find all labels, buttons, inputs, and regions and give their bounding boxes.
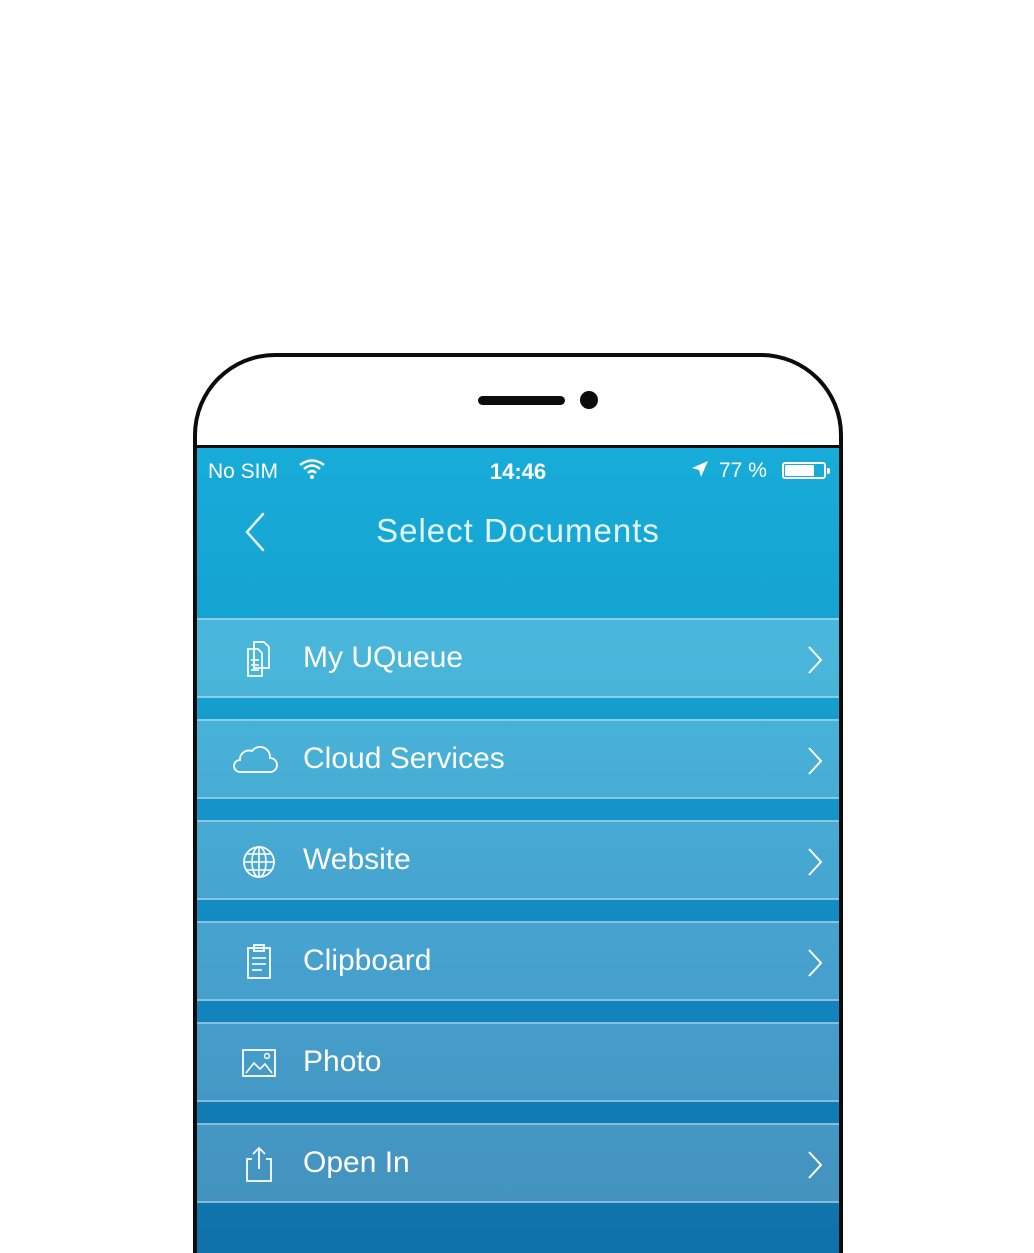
share-icon (246, 1146, 272, 1182)
phone-speaker (478, 396, 565, 405)
cloud-icon (233, 746, 278, 773)
chevron-right-icon (808, 949, 823, 977)
app-screen: No SIM 14:46 77 % Select Documents My UQ… (197, 445, 839, 1253)
battery-percent: 77 % (719, 459, 767, 482)
navigation-bar: Select Documents (197, 494, 839, 574)
menu-item-cloud-services[interactable]: Cloud Services (197, 719, 839, 799)
location-arrow-icon (692, 461, 708, 477)
menu-item-website[interactable]: Website (197, 820, 839, 900)
menu-item-label: Website (303, 843, 411, 876)
menu-item-photo[interactable]: Photo (197, 1022, 839, 1102)
battery-nub (827, 468, 830, 474)
menu-item-label: Clipboard (303, 944, 432, 977)
chevron-right-icon (808, 1151, 823, 1179)
chevron-right-icon (808, 848, 823, 876)
battery-icon (782, 462, 830, 479)
menu-item-label: Open In (303, 1146, 410, 1179)
page-title: Select Documents (376, 512, 660, 549)
status-bar: No SIM 14:46 77 % (197, 448, 839, 494)
chevron-right-icon (808, 646, 823, 674)
documents-icon (247, 641, 270, 677)
phone-frame: No SIM 14:46 77 % Select Documents My UQ… (193, 353, 843, 1253)
menu-item-label: My UQueue (303, 641, 464, 674)
menu-item-my-uqueue[interactable]: My UQueue (197, 618, 839, 698)
chevron-right-icon (808, 747, 823, 775)
menu-item-clipboard[interactable]: Clipboard (197, 921, 839, 1001)
menu-item-label: Cloud Services (303, 742, 505, 775)
menu-item-label: Photo (303, 1045, 382, 1078)
clipboard-icon (247, 944, 271, 979)
photo-icon (242, 1049, 276, 1077)
battery-level-fill (785, 465, 815, 476)
menu-item-open-in[interactable]: Open In (197, 1123, 839, 1203)
globe-icon (243, 846, 275, 878)
phone-camera (580, 391, 598, 409)
